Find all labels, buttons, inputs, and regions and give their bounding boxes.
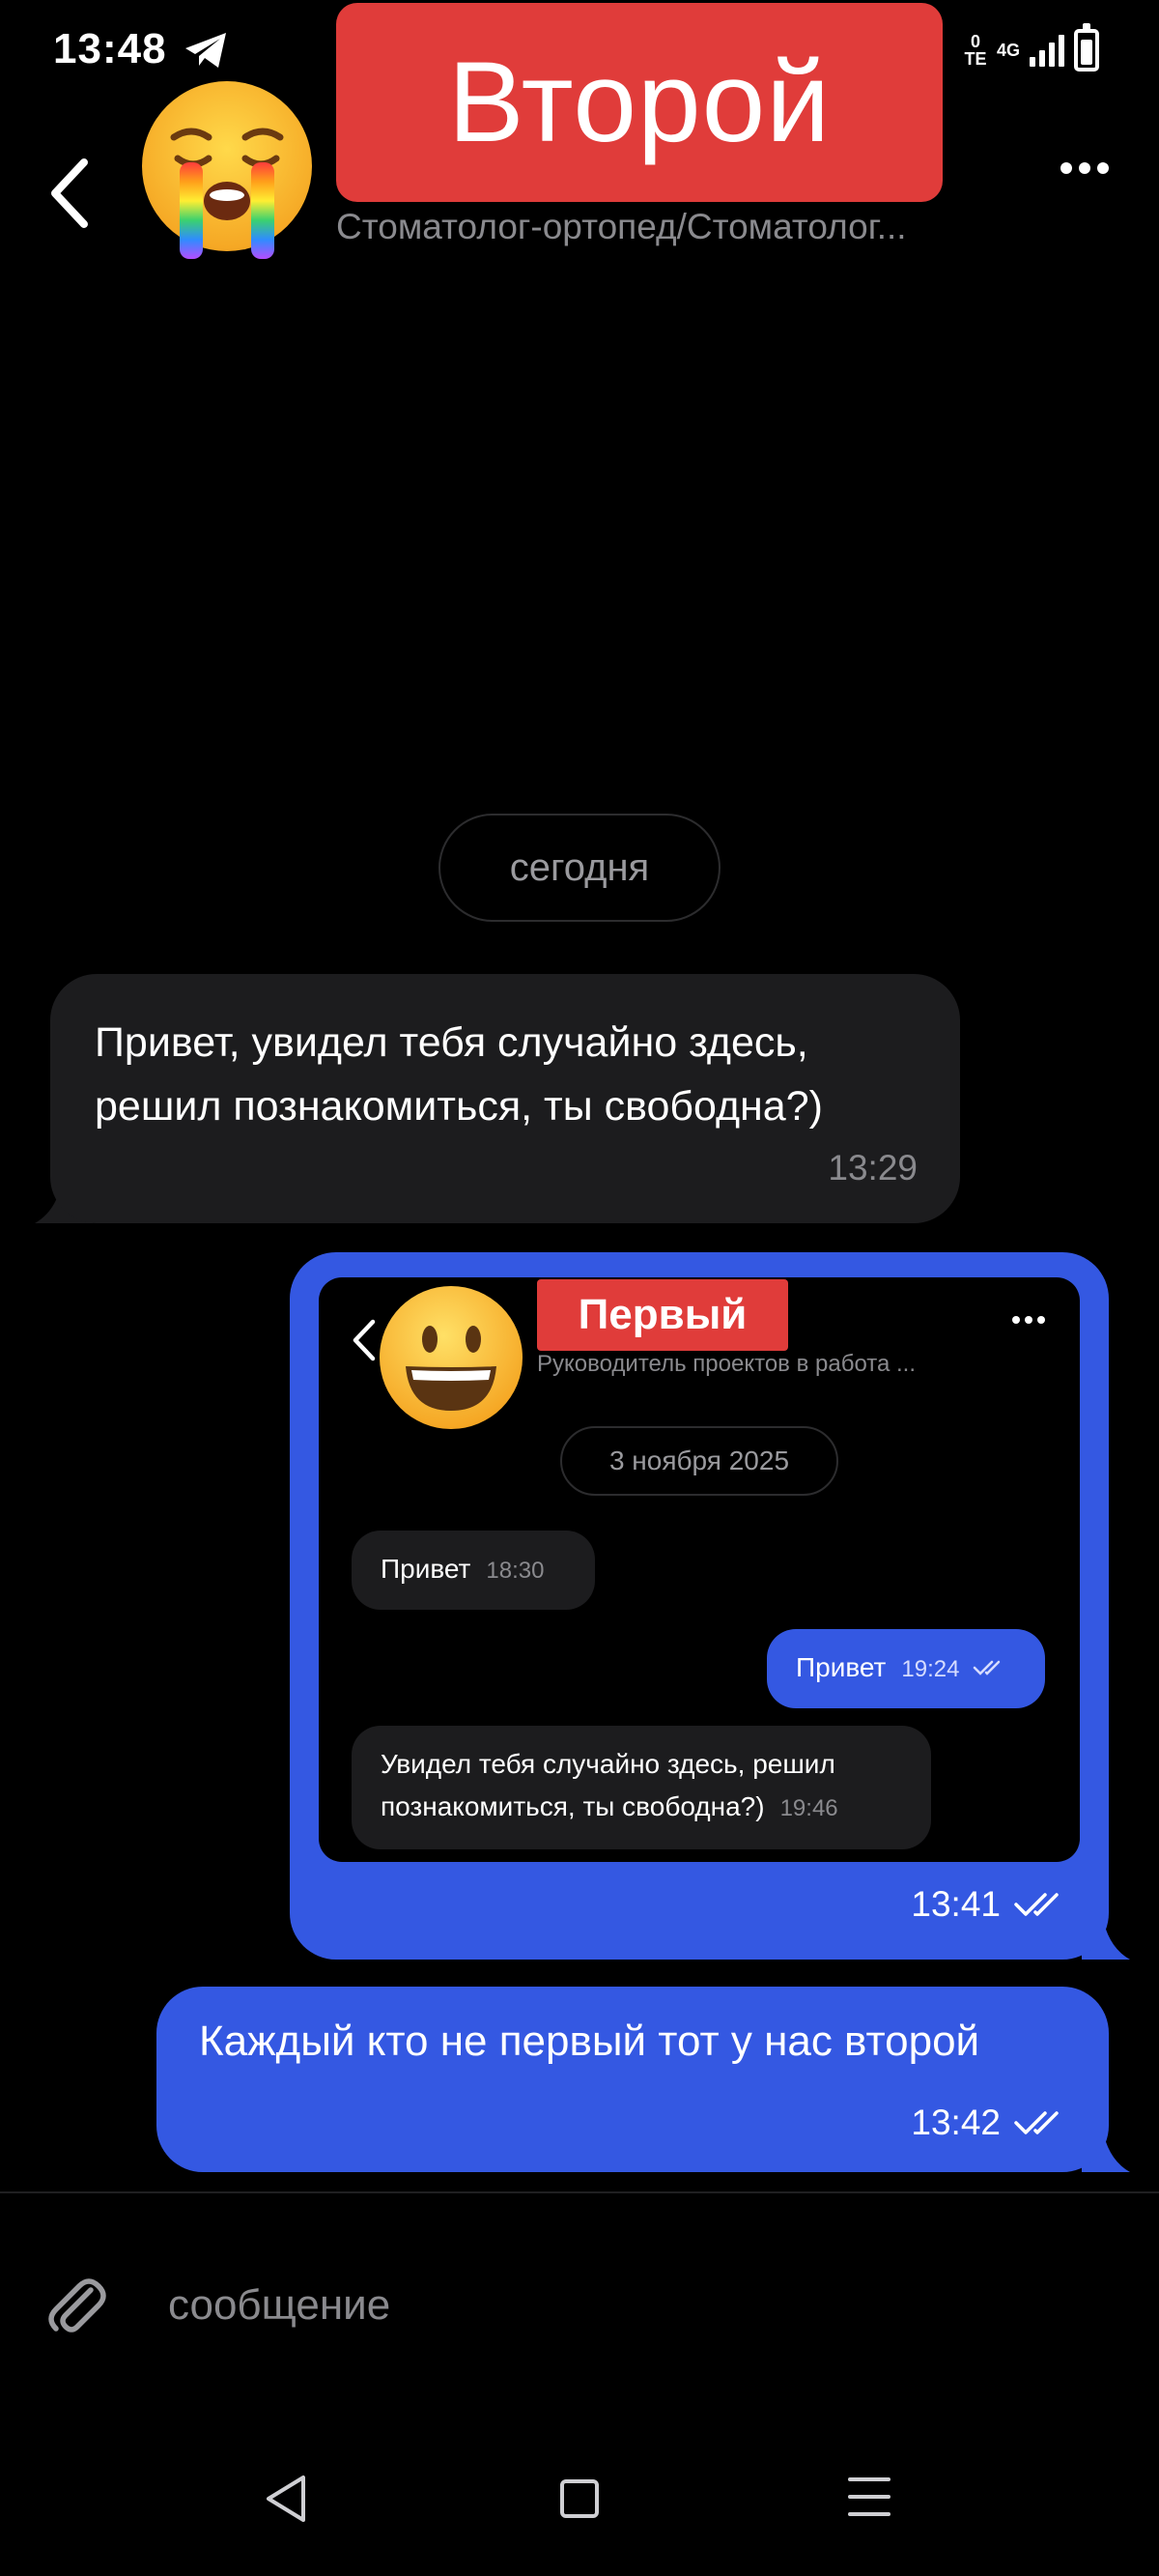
message-bubble-outgoing[interactable]: Каждый кто не первый тот у нас второй 13… — [156, 1987, 1109, 2172]
composer-divider — [0, 2191, 1159, 2193]
screenshot-message-incoming: Привет 18:30 — [352, 1531, 595, 1610]
message-time: 13:42 — [911, 2103, 1001, 2142]
status-icons: 0 TE 4G — [964, 23, 1099, 72]
screenshot-title: Первый — [537, 1279, 788, 1351]
screenshot-message-incoming: Увидел тебя случайно здесь, решил познак… — [352, 1726, 931, 1849]
dot-icon — [1060, 162, 1072, 174]
chat-title: Второй — [447, 39, 832, 166]
smiling-face-icon — [380, 1286, 523, 1429]
message-text: Каждый кто не первый тот у нас второй — [199, 2018, 980, 2065]
message-meta: 13:41 — [911, 1884, 1068, 1925]
message-text: Привет, увидел тебя случайно здесь, реши… — [95, 1019, 823, 1130]
signal-icon — [1030, 34, 1064, 67]
screenshot-subtitle: Руководитель проектов в работа ... — [537, 1351, 917, 1377]
date-separator: сегодня — [438, 814, 721, 922]
more-options-button[interactable] — [1060, 157, 1109, 180]
message-bubble-incoming[interactable]: Привет, увидел тебя случайно здесь, реши… — [50, 974, 960, 1223]
screenshot-date-separator: 3 ноября 2025 — [560, 1426, 838, 1496]
back-icon — [353, 1319, 376, 1361]
battery-icon — [1074, 23, 1099, 72]
attached-screenshot[interactable]: Первый Руководитель проектов в работа ..… — [319, 1277, 1080, 1862]
dot-icon — [1079, 162, 1090, 174]
message-input[interactable] — [168, 2276, 1037, 2334]
double-check-icon — [1014, 2111, 1059, 2134]
dot-icon — [1097, 162, 1109, 174]
message-time: 13:29 — [828, 1148, 918, 1188]
message-time: 13:41 — [911, 1884, 1001, 1924]
nav-back-button[interactable] — [263, 2474, 309, 2524]
nav-home-button[interactable] — [560, 2479, 599, 2518]
network-type: 4G — [996, 40, 1020, 60]
lte-icon: 0 TE — [964, 32, 987, 69]
back-button[interactable] — [43, 155, 101, 232]
more-icon — [1012, 1316, 1045, 1324]
message-meta: 13:42 — [911, 2103, 1068, 2143]
telegram-icon — [185, 33, 226, 68]
double-check-icon — [1014, 1893, 1059, 1916]
status-time: 13:48 — [53, 25, 167, 72]
attach-button[interactable] — [46, 2273, 106, 2336]
avatar[interactable] — [135, 77, 319, 261]
nav-recents-button[interactable] — [848, 2477, 890, 2516]
chat-subtitle: Стоматолог-ортопед/Стоматолог... — [336, 207, 907, 246]
screenshot-message-outgoing: Привет 19:24 — [767, 1629, 1045, 1708]
chat-title-banner[interactable]: Второй — [336, 3, 943, 202]
double-check-icon — [973, 1660, 1001, 1675]
